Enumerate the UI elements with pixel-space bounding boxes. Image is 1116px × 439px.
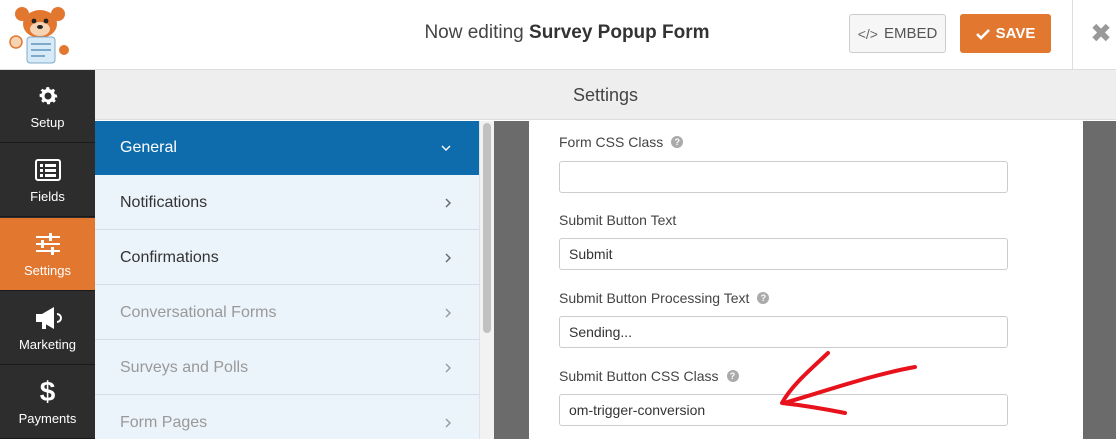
sidebar-item-fields[interactable]: Fields [0, 144, 95, 217]
menu-item-notifications[interactable]: Notifications [95, 176, 479, 230]
menu-item-label: Conversational Forms [120, 303, 277, 321]
menu-item-surveys-polls[interactable]: Surveys and Polls [95, 341, 479, 395]
form-css-class-label: Form CSS Class ? [559, 134, 684, 150]
page-title: Now editing Survey Popup Form [424, 22, 710, 43]
form-name: Survey Popup Form [529, 22, 710, 43]
settings-menu: General Notifications Confirmations Conv… [95, 121, 479, 439]
chevron-right-icon [445, 286, 451, 340]
close-icon[interactable]: ✖ [1086, 18, 1116, 48]
sidebar-item-label: Setup [30, 114, 65, 130]
scrollbar-thumb[interactable] [483, 123, 491, 333]
save-button-label: SAVE [995, 25, 1036, 42]
menu-item-conversational-forms[interactable]: Conversational Forms [95, 286, 479, 340]
embed-button[interactable]: </> EMBED [849, 14, 946, 53]
checkmark-icon [975, 28, 990, 40]
menu-scrollbar[interactable] [479, 121, 494, 439]
sliders-icon [34, 231, 62, 257]
list-icon [34, 157, 62, 183]
chevron-right-icon [445, 396, 451, 439]
code-icon: </> [857, 25, 878, 42]
wpforms-logo [9, 7, 69, 64]
sidebar-item-label: Payments [18, 410, 77, 426]
settings-header: Settings [95, 70, 1116, 120]
processing-text-input[interactable]: Sending... [559, 316, 1008, 348]
help-icon[interactable]: ? [726, 370, 739, 382]
sidebar-item-settings[interactable]: Settings [0, 218, 95, 291]
menu-item-label: Form Pages [120, 413, 208, 431]
sidebar-item-payments[interactable]: $ Payments [0, 366, 95, 439]
menu-item-confirmations[interactable]: Confirmations [95, 231, 479, 285]
submit-button-text-label: Submit Button Text [559, 212, 677, 228]
menu-item-label: General [120, 138, 177, 156]
submit-button-text-input[interactable]: Submit [559, 238, 1008, 270]
chevron-right-icon [445, 176, 451, 230]
menu-item-label: Confirmations [120, 248, 219, 266]
submit-css-class-label: Submit Button CSS Class ? [559, 368, 739, 384]
gear-icon [34, 83, 62, 109]
help-icon[interactable]: ? [757, 292, 770, 304]
menu-item-label: Surveys and Polls [120, 358, 249, 376]
menu-item-form-pages[interactable]: Form Pages [95, 396, 479, 439]
sidebar-item-marketing[interactable]: Marketing [0, 292, 95, 365]
save-button[interactable]: SAVE [960, 14, 1051, 53]
menu-item-general[interactable]: General [95, 121, 479, 175]
form-css-class-input[interactable] [559, 161, 1008, 193]
sidebar-item-label: Settings [24, 262, 71, 278]
annotation-arrow [780, 351, 917, 415]
header-divider [1072, 0, 1073, 70]
processing-text-label: Submit Button Processing Text ? [559, 290, 770, 306]
dollar-icon: $ [39, 375, 56, 407]
builder-sidebar: Setup Fields Settings Marketing $ Paymen… [0, 70, 95, 439]
top-bar: Now editing Survey Popup Form </> EMBED … [0, 0, 1116, 70]
menu-item-label: Notifications [120, 193, 208, 211]
embed-button-label: EMBED [883, 25, 938, 42]
megaphone-icon [34, 305, 62, 331]
sidebar-item-label: Marketing [18, 336, 77, 352]
help-icon[interactable]: ? [671, 136, 684, 148]
sidebar-item-setup[interactable]: Setup [0, 70, 95, 143]
chevron-down-icon [441, 121, 451, 175]
sidebar-item-label: Fields [30, 188, 65, 204]
chevron-right-icon [445, 341, 451, 395]
chevron-right-icon [445, 231, 451, 285]
